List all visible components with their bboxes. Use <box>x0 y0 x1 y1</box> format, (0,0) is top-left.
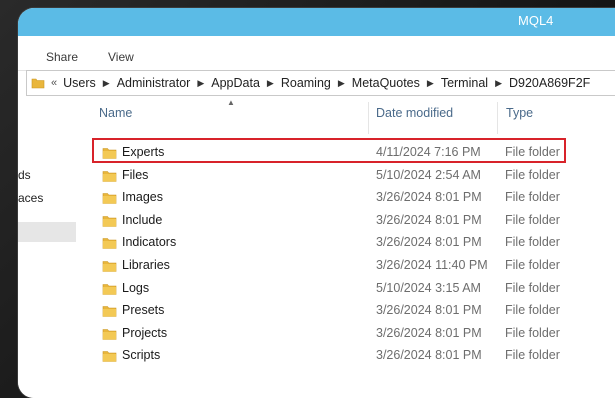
file-name: Experts <box>122 145 165 159</box>
file-name: Logs <box>122 280 150 295</box>
nav-item-downloads[interactable]: ds <box>18 168 31 182</box>
breadcrumb-terminal[interactable]: Terminal <box>441 76 488 90</box>
folder-icon <box>102 304 117 318</box>
folder-icon <box>102 349 117 363</box>
file-name: Files <box>122 167 149 182</box>
explorer-window: MQL4 Share View « Users ▶ Administrator … <box>18 8 615 398</box>
column-divider[interactable] <box>497 102 498 134</box>
nav-item-recent-places[interactable]: aces <box>18 191 43 205</box>
file-type: File folder <box>505 190 560 205</box>
file-row[interactable]: Scripts 3/26/2024 8:01 PM File folder <box>98 345 615 367</box>
file-name: Projects <box>122 325 168 340</box>
file-type: File folder <box>505 348 560 363</box>
file-row[interactable]: Images 3/26/2024 8:01 PM File folder <box>98 187 615 209</box>
file-row[interactable]: Projects 3/26/2024 8:01 PM File folder <box>98 323 615 345</box>
breadcrumb-appdata[interactable]: AppData <box>211 76 260 90</box>
file-date-modified: 5/10/2024 3:15 AM <box>376 280 481 295</box>
window-title: MQL4 <box>518 13 554 28</box>
column-header-name[interactable]: Name <box>99 106 132 120</box>
breadcrumb-terminal-id[interactable]: D920A869F2F <box>509 76 590 90</box>
ribbon-tab-share[interactable]: Share <box>46 50 78 64</box>
column-header-date[interactable]: Date modified <box>376 106 453 120</box>
address-bar[interactable]: « Users ▶ Administrator ▶ AppData ▶ Roam… <box>26 70 615 96</box>
chevron-right-icon[interactable]: ▶ <box>495 78 502 89</box>
chevron-right-icon[interactable]: ▶ <box>427 78 434 89</box>
breadcrumb-roaming[interactable]: Roaming <box>281 76 331 90</box>
file-type: File folder <box>505 280 560 295</box>
file-type: File folder <box>505 325 560 340</box>
column-divider[interactable] <box>368 102 369 134</box>
file-type: File folder <box>505 235 560 250</box>
file-type: File folder <box>505 212 560 227</box>
file-row[interactable]: Libraries 3/26/2024 11:40 PM File folder <box>98 255 615 277</box>
folder-icon <box>102 236 117 250</box>
folder-icon <box>102 191 117 205</box>
breadcrumb-administrator[interactable]: Administrator <box>117 76 191 90</box>
file-date-modified: 4/11/2024 7:16 PM <box>376 145 481 159</box>
chevron-right-icon[interactable]: ▶ <box>267 78 274 89</box>
file-name: Images <box>122 190 163 205</box>
chevron-right-icon[interactable]: ▶ <box>103 78 110 89</box>
file-date-modified: 3/26/2024 8:01 PM <box>376 303 482 318</box>
file-type: File folder <box>505 303 560 318</box>
ribbon-tab-view[interactable]: View <box>108 50 134 64</box>
folder-icon <box>31 76 45 90</box>
file-name: Scripts <box>122 348 161 363</box>
ribbon: Share View <box>18 36 615 71</box>
file-type: File folder <box>505 145 560 159</box>
file-row[interactable]: Indicators 3/26/2024 8:01 PM File folder <box>98 232 615 254</box>
folder-icon <box>102 214 117 228</box>
overflow-chevron-icon[interactable]: « <box>51 77 57 89</box>
chevron-right-icon[interactable]: ▶ <box>338 78 345 89</box>
file-date-modified: 3/26/2024 11:40 PM <box>376 258 488 272</box>
file-date-modified: 3/26/2024 8:01 PM <box>376 325 482 340</box>
breadcrumb-users[interactable]: Users <box>63 76 96 90</box>
folder-icon <box>102 327 117 341</box>
navigation-pane: ds aces <box>18 98 76 398</box>
nav-item-selected[interactable] <box>18 222 76 242</box>
folder-icon <box>102 169 117 183</box>
file-list: ▲ Name Date modified Type Experts 4/11/20… <box>84 98 615 398</box>
column-header-type[interactable]: Type <box>506 106 533 120</box>
file-date-modified: 3/26/2024 8:01 PM <box>376 212 482 227</box>
file-row[interactable]: Experts 4/11/2024 7:16 PM File folder <box>98 142 615 164</box>
sort-ascending-icon: ▲ <box>227 98 235 107</box>
file-row[interactable]: Files 5/10/2024 2:54 AM File folder <box>98 165 615 187</box>
file-date-modified: 3/26/2024 8:01 PM <box>376 235 482 250</box>
file-row[interactable]: Logs 5/10/2024 3:15 AM File folder <box>98 278 615 300</box>
file-name: Presets <box>122 303 165 318</box>
title-bar[interactable]: MQL4 <box>18 8 615 36</box>
file-date-modified: 3/26/2024 8:01 PM <box>376 348 482 363</box>
file-date-modified: 5/10/2024 2:54 AM <box>376 167 481 182</box>
file-name: Include <box>122 212 163 227</box>
folder-icon <box>102 259 117 273</box>
folder-icon <box>102 146 117 160</box>
folder-icon <box>102 282 117 296</box>
file-name: Libraries <box>122 258 170 272</box>
file-type: File folder <box>505 167 560 182</box>
file-row[interactable]: Include 3/26/2024 8:01 PM File folder <box>98 210 615 232</box>
chevron-right-icon[interactable]: ▶ <box>197 78 204 89</box>
file-row[interactable]: Presets 3/26/2024 8:01 PM File folder <box>98 300 615 322</box>
breadcrumb-metaquotes[interactable]: MetaQuotes <box>352 76 420 90</box>
file-name: Indicators <box>122 235 177 250</box>
file-type: File folder <box>505 258 560 272</box>
file-date-modified: 3/26/2024 8:01 PM <box>376 190 482 205</box>
